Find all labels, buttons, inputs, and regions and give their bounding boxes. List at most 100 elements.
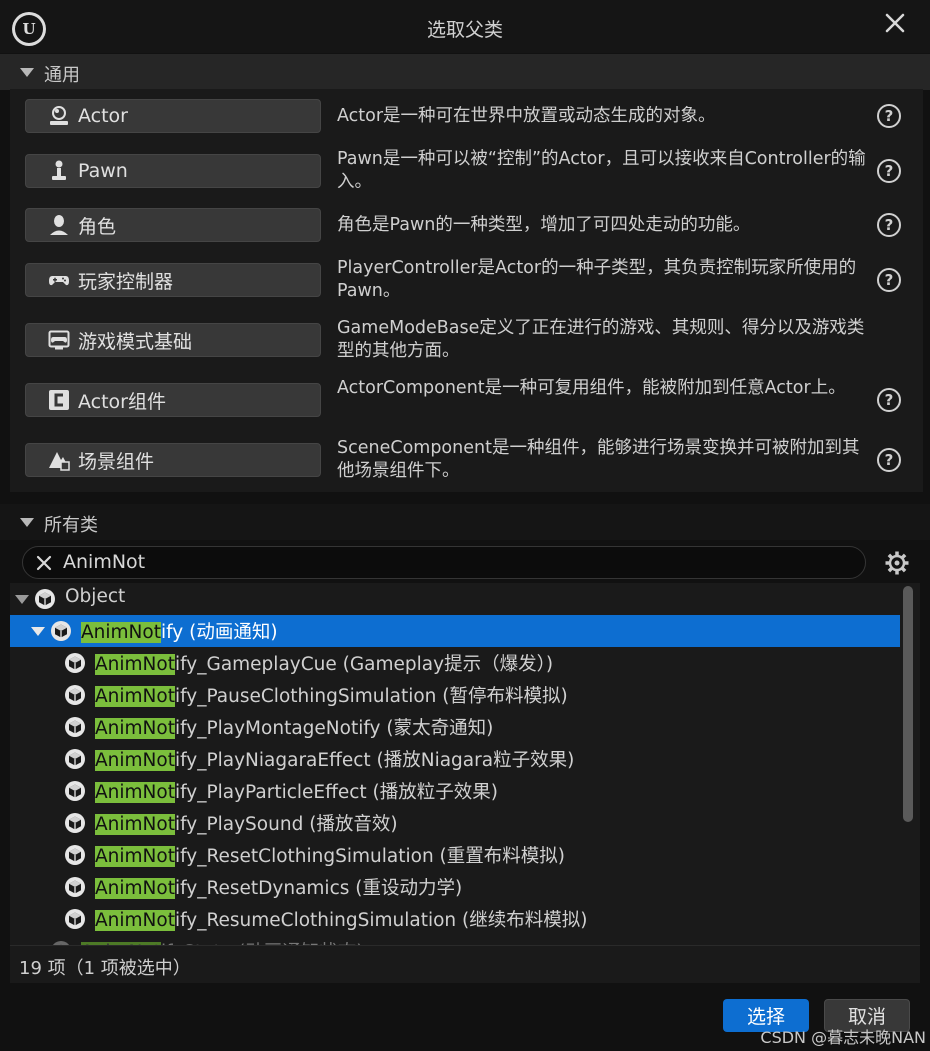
tree-scrollbar[interactable] xyxy=(903,586,913,822)
close-icon[interactable] xyxy=(882,10,908,36)
help-icon[interactable]: ? xyxy=(877,213,901,237)
button-label: Pawn xyxy=(78,160,128,182)
watermark: CSDN @暮志未晚NAN xyxy=(760,1028,926,1047)
clear-search-icon[interactable] xyxy=(35,554,53,572)
class-name: AnimNotify_GameplayCue (Gameplay提示（爆发）) xyxy=(95,650,553,676)
class-icon xyxy=(64,684,86,706)
settings-gear-icon[interactable] xyxy=(884,550,910,576)
class-name: AnimNotify (动画通知) xyxy=(81,618,278,644)
class-tree: Object AnimNotify (动画通知) AnimNotify_Gamepl… xyxy=(10,583,920,945)
collapse-arrow-icon xyxy=(20,518,34,527)
class-icon xyxy=(64,652,86,674)
scene-component-icon xyxy=(48,449,70,471)
button-label: 玩家控制器 xyxy=(78,270,174,293)
search-match-highlight: AnimNot xyxy=(95,782,175,803)
class-description: SceneComponent是一种组件，能够进行场景变换并可被附加到其他场景组件… xyxy=(337,438,860,481)
search-match-highlight: AnimNot xyxy=(81,622,161,643)
help-icon[interactable]: ? xyxy=(877,388,901,412)
class-icon xyxy=(64,716,86,738)
search-match-highlight: AnimNot xyxy=(95,750,175,771)
class-icon xyxy=(64,908,86,930)
game-mode-icon xyxy=(48,329,70,351)
class-search-input[interactable]: AnimNot xyxy=(22,546,866,579)
search-match-highlight: AnimNot xyxy=(95,846,175,867)
tree-row[interactable]: AnimNotify_GameplayCue (Gameplay提示（爆发）) xyxy=(10,647,900,679)
section-title: 所有类 xyxy=(44,515,98,536)
tree-row[interactable]: AnimNotify_ResetClothingSimulation (重置布料… xyxy=(10,839,900,871)
class-icon xyxy=(50,620,72,642)
tree-row[interactable]: AnimNotify_ResumeClothingSimulation (继续布… xyxy=(10,903,900,935)
character-class-button[interactable]: 角色 xyxy=(25,208,321,242)
tree-row[interactable]: AnimNotify_PlayParticleEffect (播放粒子效果) xyxy=(10,775,900,807)
expand-arrow-icon[interactable] xyxy=(31,627,45,636)
class-description: Pawn是一种可以被“控制”的Actor，且可以接收来自Controller的输… xyxy=(337,149,866,192)
class-name: AnimNotify_ResetClothingSimulation (重置布料… xyxy=(95,842,565,868)
class-name-rest: Object xyxy=(65,586,126,607)
class-name-rest: ify_ResumeClothingSimulation (继续布料模拟) xyxy=(174,910,588,931)
class-icon xyxy=(34,588,56,610)
search-match-highlight: AnimNot xyxy=(95,654,175,675)
actor-component-class-button[interactable]: Actor组件 xyxy=(25,383,321,417)
class-icon xyxy=(64,780,86,802)
common-section-header[interactable]: 通用 xyxy=(0,54,930,90)
character-icon xyxy=(48,214,70,236)
help-icon[interactable]: ? xyxy=(877,104,901,128)
expand-arrow-icon[interactable] xyxy=(15,595,29,604)
help-icon[interactable]: ? xyxy=(877,268,901,292)
class-description: Actor是一种可在世界中放置或动态生成的对象。 xyxy=(337,106,716,126)
button-label: 游戏模式基础 xyxy=(78,330,193,353)
class-name-rest: ify_ResetDynamics (重设动力学) xyxy=(174,878,463,899)
actor-icon xyxy=(48,105,70,127)
all-classes-section-header[interactable]: 所有类 xyxy=(0,504,930,540)
class-name-rest: ify_PlayNiagaraEffect (播放Niagara粒子效果) xyxy=(174,750,575,771)
class-icon xyxy=(64,812,86,834)
tree-row[interactable]: AnimNotify_PlaySound (播放音效) xyxy=(10,807,900,839)
tree-row[interactable]: AnimNotify (动画通知) xyxy=(10,615,900,647)
tree-row[interactable]: AnimNotify_PlayNiagaraEffect (播放Niagara粒… xyxy=(10,743,900,775)
search-match-highlight: AnimNot xyxy=(95,910,175,931)
game-mode-class-button[interactable]: 游戏模式基础 xyxy=(25,323,321,357)
class-description: PlayerController是Actor的一种子类型，其负责控制玩家所使用的… xyxy=(337,258,857,301)
class-name-rest: ify_PlayParticleEffect (播放粒子效果) xyxy=(174,782,498,803)
search-value: AnimNot xyxy=(63,551,146,573)
component-icon xyxy=(48,389,70,411)
button-label: Actor组件 xyxy=(78,390,166,413)
section-title: 通用 xyxy=(44,65,80,86)
class-name: AnimNotifyState (动画通知状态) xyxy=(81,938,364,945)
help-icon[interactable]: ? xyxy=(877,159,901,183)
class-description: ActorComponent是一种可复用组件，能被附加到任意Actor上。 xyxy=(337,378,846,398)
class-description: 角色是Pawn的一种类型，增加了可四处走动的功能。 xyxy=(337,215,751,235)
class-name-rest: ify_GameplayCue (Gameplay提示（爆发）) xyxy=(174,654,554,675)
tree-row[interactable]: AnimNotify_PlayMontageNotify (蒙太奇通知) xyxy=(10,711,900,743)
class-name: Object xyxy=(65,586,125,607)
window-title: 选取父类 xyxy=(426,19,503,41)
class-name: AnimNotify_PlayParticleEffect (播放粒子效果) xyxy=(95,778,498,804)
tree-row[interactable]: AnimNotify_ResetDynamics (重设动力学) xyxy=(10,871,900,903)
search-match-highlight: AnimNot xyxy=(95,686,175,707)
common-classes-panel: Actor Actor是一种可在世界中放置或动态生成的对象。 ? Pawn Pa… xyxy=(10,89,923,492)
tree-row[interactable]: AnimNotify_PauseClothingSimulation (暂停布料… xyxy=(10,679,900,711)
tree-row[interactable]: Object xyxy=(10,583,900,615)
class-name-rest: ify_PauseClothingSimulation (暂停布料模拟) xyxy=(174,686,568,707)
class-name: AnimNotify_ResumeClothingSimulation (继续布… xyxy=(95,906,587,932)
collapse-arrow-icon xyxy=(20,68,34,77)
pawn-class-button[interactable]: Pawn xyxy=(25,154,321,188)
class-name-rest: ify (动画通知) xyxy=(160,622,278,643)
item-count: 19 项（1 项被选中） xyxy=(19,958,191,979)
class-name: AnimNotify_PlayNiagaraEffect (播放Niagara粒… xyxy=(95,746,574,772)
scene-component-class-button[interactable]: 场景组件 xyxy=(25,443,321,477)
class-name: AnimNotify_PlayMontageNotify (蒙太奇通知) xyxy=(95,714,493,740)
class-name: AnimNotify_PlaySound (播放音效) xyxy=(95,810,398,836)
button-label: Actor xyxy=(78,105,128,127)
gamepad-icon xyxy=(48,269,70,291)
class-name-rest: ify_PlayMontageNotify (蒙太奇通知) xyxy=(174,718,494,739)
help-icon[interactable]: ? xyxy=(877,448,901,472)
status-bar: 19 项（1 项被选中） xyxy=(10,945,920,983)
class-name: AnimNotify_ResetDynamics (重设动力学) xyxy=(95,874,462,900)
player-controller-class-button[interactable]: 玩家控制器 xyxy=(25,263,321,297)
class-icon xyxy=(64,876,86,898)
tree-row[interactable]: AnimNotifyState (动画通知状态) xyxy=(10,935,900,945)
actor-class-button[interactable]: Actor xyxy=(25,99,321,133)
class-icon xyxy=(64,844,86,866)
search-match-highlight: AnimNot xyxy=(95,718,175,739)
